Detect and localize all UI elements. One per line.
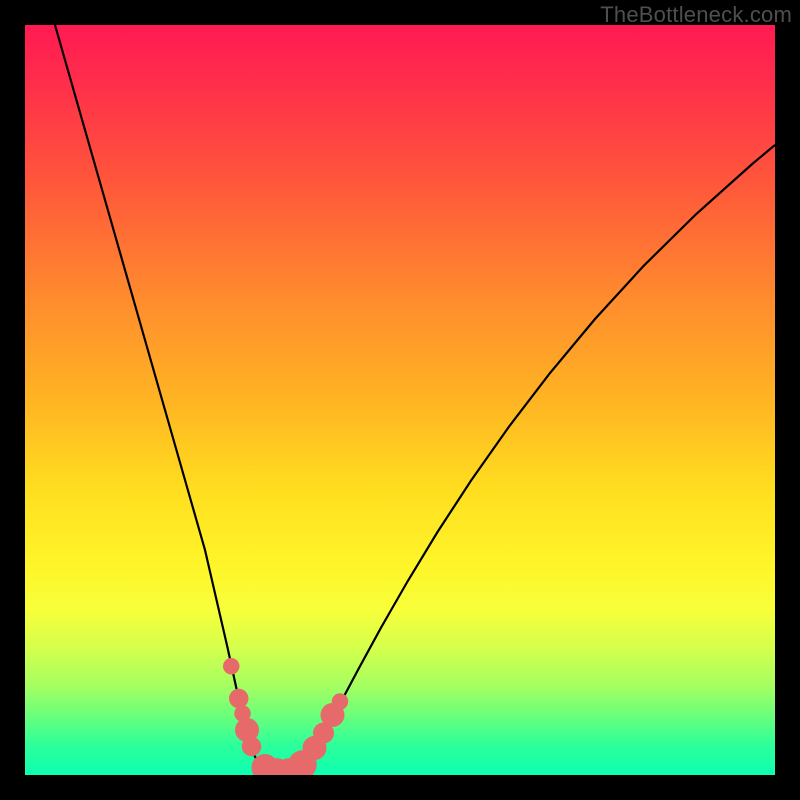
marker-dot <box>223 658 240 675</box>
watermark-text: TheBottleneck.com <box>600 2 792 28</box>
marker-dot <box>229 689 249 709</box>
chart-frame: TheBottleneck.com <box>0 0 800 800</box>
marker-dot <box>242 737 262 757</box>
curve-left <box>55 25 280 775</box>
marker-dot <box>332 693 349 710</box>
markers-group <box>223 658 348 775</box>
chart-plot-area <box>25 25 775 775</box>
chart-svg <box>25 25 775 775</box>
curve-right <box>280 145 775 775</box>
